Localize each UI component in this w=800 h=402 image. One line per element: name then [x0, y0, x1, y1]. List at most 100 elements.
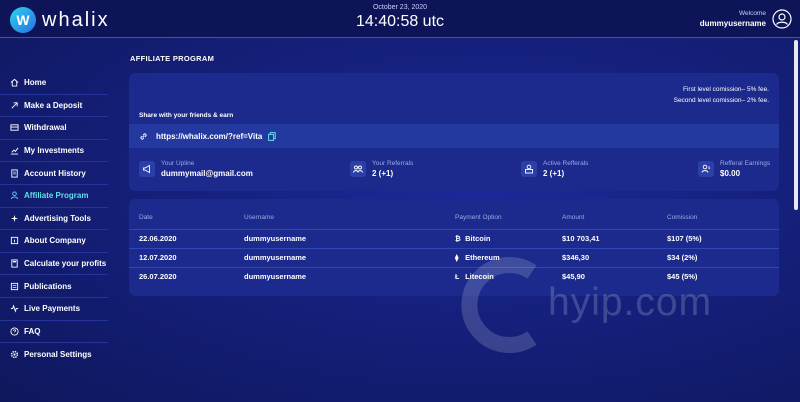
faq-icon — [10, 327, 19, 336]
sidebar-item-label: Home — [24, 78, 47, 88]
sidebar-item-label: My Investments — [24, 146, 85, 156]
logo[interactable]: W whalix — [10, 7, 110, 33]
referral-stats: Your Upline dummymail@gmail.com Your Ref… — [129, 155, 779, 185]
sidebar-item-publications[interactable]: Publications — [0, 275, 108, 298]
sidebar-item-live-payments[interactable]: Live Payments — [0, 298, 108, 321]
column-header-amount: Amount — [562, 214, 585, 221]
row-payment: ₿ Bitcoin — [455, 234, 491, 243]
row-amount: $45,90 — [562, 272, 585, 281]
payment-label: Bitcoin — [465, 234, 491, 243]
sidebar: Home Make a Deposit Withdrawal My Invest… — [0, 72, 108, 366]
commission-info: First level comission– 5% fee. Second le… — [674, 84, 769, 106]
top-bar: W whalix October 23, 2020 14:40:58 utc W… — [0, 0, 800, 38]
home-icon — [10, 78, 19, 87]
row-commission: $107 (5%) — [667, 234, 702, 243]
stat-value: 2 (+1) — [543, 169, 565, 178]
table-row: 22.06.2020 dummyusername ₿ Bitcoin $10 7… — [129, 229, 779, 248]
column-header-commission: Comission — [667, 214, 698, 221]
welcome-label: Welcome — [739, 10, 766, 17]
column-header-date: Date — [139, 214, 153, 221]
sidebar-item-label: Personal Settings — [24, 349, 92, 359]
megaphone-icon — [139, 161, 155, 177]
referrals-icon — [350, 161, 366, 177]
sidebar-item-label: Make a Deposit — [24, 100, 83, 110]
page-title: AFFILIATE PROGRAM — [130, 54, 215, 63]
sidebar-item-label: Affiliate Program — [24, 191, 89, 201]
row-date: 26.07.2020 — [139, 272, 177, 281]
welcome-block: Welcome dummyusername — [700, 10, 766, 28]
stat-value: $0.00 — [720, 169, 741, 178]
sidebar-item-withdrawal[interactable]: Withdrawal — [0, 117, 108, 140]
advertising-icon — [10, 214, 19, 223]
active-referrals-icon — [521, 161, 537, 177]
earnings-icon: $ — [698, 161, 714, 177]
sidebar-item-label: Withdrawal — [24, 123, 67, 133]
server-clock: October 23, 2020 14:40:58 utc — [340, 4, 460, 31]
sidebar-item-deposit[interactable]: Make a Deposit — [0, 95, 108, 118]
calculator-icon — [10, 259, 19, 268]
row-amount: $346,30 — [562, 253, 590, 262]
stat-value: dummymail@gmail.com — [161, 169, 253, 178]
stat-value: 2 (+1) — [372, 169, 394, 178]
stat-upline: Your Upline dummymail@gmail.com — [139, 160, 253, 178]
sidebar-item-history[interactable]: Account History — [0, 162, 108, 185]
share-label: Share with your friends & earn — [139, 112, 234, 119]
sidebar-item-affiliate[interactable]: Affiliate Program — [0, 185, 108, 208]
sidebar-item-label: About Company — [24, 236, 86, 246]
stat-label: Refferal Earnings — [720, 160, 771, 167]
sidebar-item-about[interactable]: About Company — [0, 230, 108, 253]
stat-referrals: Your Referrals 2 (+1) — [350, 160, 413, 178]
publications-icon — [10, 282, 19, 291]
row-date: 22.06.2020 — [139, 234, 177, 243]
sidebar-item-investments[interactable]: My Investments — [0, 140, 108, 163]
svg-text:$: $ — [708, 165, 711, 170]
sidebar-item-label: Publications — [24, 281, 72, 291]
row-username: dummyusername — [244, 234, 307, 243]
row-amount: $10 703,41 — [562, 234, 600, 243]
sidebar-item-home[interactable]: Home — [0, 72, 108, 95]
affiliate-icon — [10, 191, 19, 200]
current-date: October 23, 2020 — [372, 4, 428, 11]
sidebar-item-label: Account History — [24, 168, 86, 178]
stat-earnings: $ Refferal Earnings $0.00 — [698, 160, 770, 178]
brand-name: whalix — [42, 8, 110, 31]
column-header-payment: Payment Option — [455, 214, 502, 221]
bitcoin-icon: ₿ — [455, 236, 461, 243]
row-username: dummyusername — [244, 253, 307, 262]
referral-link-row: https://whalix.com/?ref=Vita — [129, 124, 779, 148]
row-commission: $45 (5%) — [667, 272, 698, 281]
payments-icon — [10, 304, 19, 313]
sidebar-item-settings[interactable]: Personal Settings — [0, 343, 108, 366]
stat-label: Your Upline — [161, 160, 195, 167]
row-date: 12.07.2020 — [139, 253, 177, 262]
sidebar-item-faq[interactable]: FAQ — [0, 321, 108, 344]
sidebar-item-label: Calculate your profits — [24, 259, 107, 269]
current-time: 14:40:58 utc — [355, 13, 445, 30]
sidebar-item-label: FAQ — [24, 326, 41, 336]
settings-icon — [10, 350, 19, 359]
sidebar-item-label: Live Payments — [24, 304, 81, 314]
sidebar-item-advertising[interactable]: Advertising Tools — [0, 208, 108, 231]
logo-mark: W — [10, 7, 36, 33]
about-icon — [10, 236, 19, 245]
commission-first-level: First level comission– 5% fee. — [683, 86, 769, 93]
history-icon — [10, 169, 19, 178]
copy-icon[interactable] — [268, 131, 277, 141]
sidebar-item-calculator[interactable]: Calculate your profits — [0, 253, 108, 276]
user-avatar-icon[interactable] — [772, 9, 792, 29]
stat-label: Active Refferals — [543, 160, 589, 167]
page-scrollbar[interactable] — [794, 40, 798, 210]
investments-icon — [10, 146, 19, 155]
withdrawal-icon — [10, 123, 19, 132]
row-username: dummyusername — [244, 272, 307, 281]
referral-link[interactable]: https://whalix.com/?ref=Vita — [156, 132, 262, 141]
row-commission: $34 (2%) — [667, 253, 698, 262]
link-icon — [140, 132, 147, 140]
stat-active-referrals: Active Refferals 2 (+1) — [521, 160, 588, 178]
affiliate-card: First level comission– 5% fee. Second le… — [129, 73, 779, 191]
header-username: dummyusername — [699, 19, 766, 28]
stat-label: Your Referrals — [372, 160, 414, 167]
commission-second-level: Second level comission– 2% fee. — [673, 97, 769, 104]
deposit-icon — [10, 101, 19, 110]
column-header-username: Username — [244, 214, 274, 221]
